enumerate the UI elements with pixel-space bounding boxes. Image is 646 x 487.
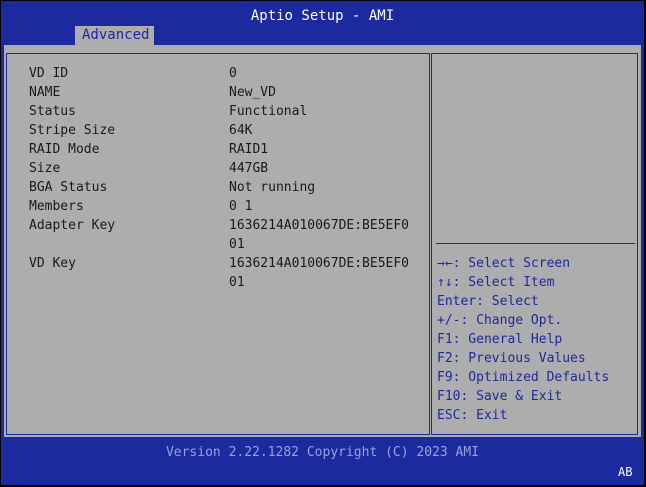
detail-value: 1636214A010067DE:BE5EF0 — [229, 256, 410, 271]
detail-value: 0 1 — [229, 199, 253, 214]
help-exit: ESC: Exit — [437, 408, 508, 423]
detail-label: Adapter Key — [29, 218, 116, 233]
detail-value: RAID1 — [229, 142, 269, 157]
help-save-exit: F10: Save & Exit — [437, 389, 563, 404]
detail-value: 0 — [229, 66, 237, 81]
help-previous-values: F2: Previous Values — [437, 351, 586, 366]
detail-label: VD Key — [29, 256, 76, 271]
tab-advanced[interactable]: Advanced — [75, 26, 154, 45]
detail-value: 01 — [229, 275, 245, 290]
detail-value: Not running — [229, 180, 316, 195]
detail-label: RAID Mode — [29, 142, 100, 157]
help-divider — [436, 243, 635, 244]
detail-label: Members — [29, 199, 84, 214]
help-select-item: ↑↓: Select Item — [437, 275, 555, 290]
help-enter: Enter: Select — [437, 294, 539, 309]
detail-label: VD ID — [29, 66, 69, 81]
version-footer: Version 2.22.1282 Copyright (C) 2023 AMI — [165, 445, 480, 460]
help-change-opt: +/-: Change Opt. — [437, 313, 563, 328]
detail-label: Status — [29, 104, 76, 119]
detail-value: 64K — [229, 123, 253, 138]
help-select-screen: →←: Select Screen — [437, 256, 571, 271]
status-badge: AB — [618, 465, 633, 479]
bios-window: Aptio Setup - AMI Advanced VD ID 0 NAME … — [1, 1, 644, 485]
help-optimized-defaults: F9: Optimized Defaults — [437, 370, 610, 385]
detail-value: Functional — [229, 104, 308, 119]
detail-value: 01 — [229, 237, 245, 252]
detail-label: Stripe Size — [29, 123, 116, 138]
details-pane: VD ID 0 NAME New_VD Status Functional St… — [6, 53, 430, 435]
window-title: Aptio Setup - AMI — [250, 8, 395, 24]
help-general-help: F1: General Help — [437, 332, 563, 347]
detail-label: NAME — [29, 85, 61, 100]
detail-value: 1636214A010067DE:BE5EF0 — [229, 218, 410, 233]
help-pane: →←: Select Screen ↑↓: Select Item Enter:… — [431, 53, 638, 435]
detail-label: BGA Status — [29, 180, 108, 195]
detail-value: New_VD — [229, 85, 276, 100]
detail-label: Size — [29, 161, 61, 176]
main-panel: VD ID 0 NAME New_VD Status Functional St… — [4, 45, 641, 437]
detail-value: 447GB — [229, 161, 269, 176]
